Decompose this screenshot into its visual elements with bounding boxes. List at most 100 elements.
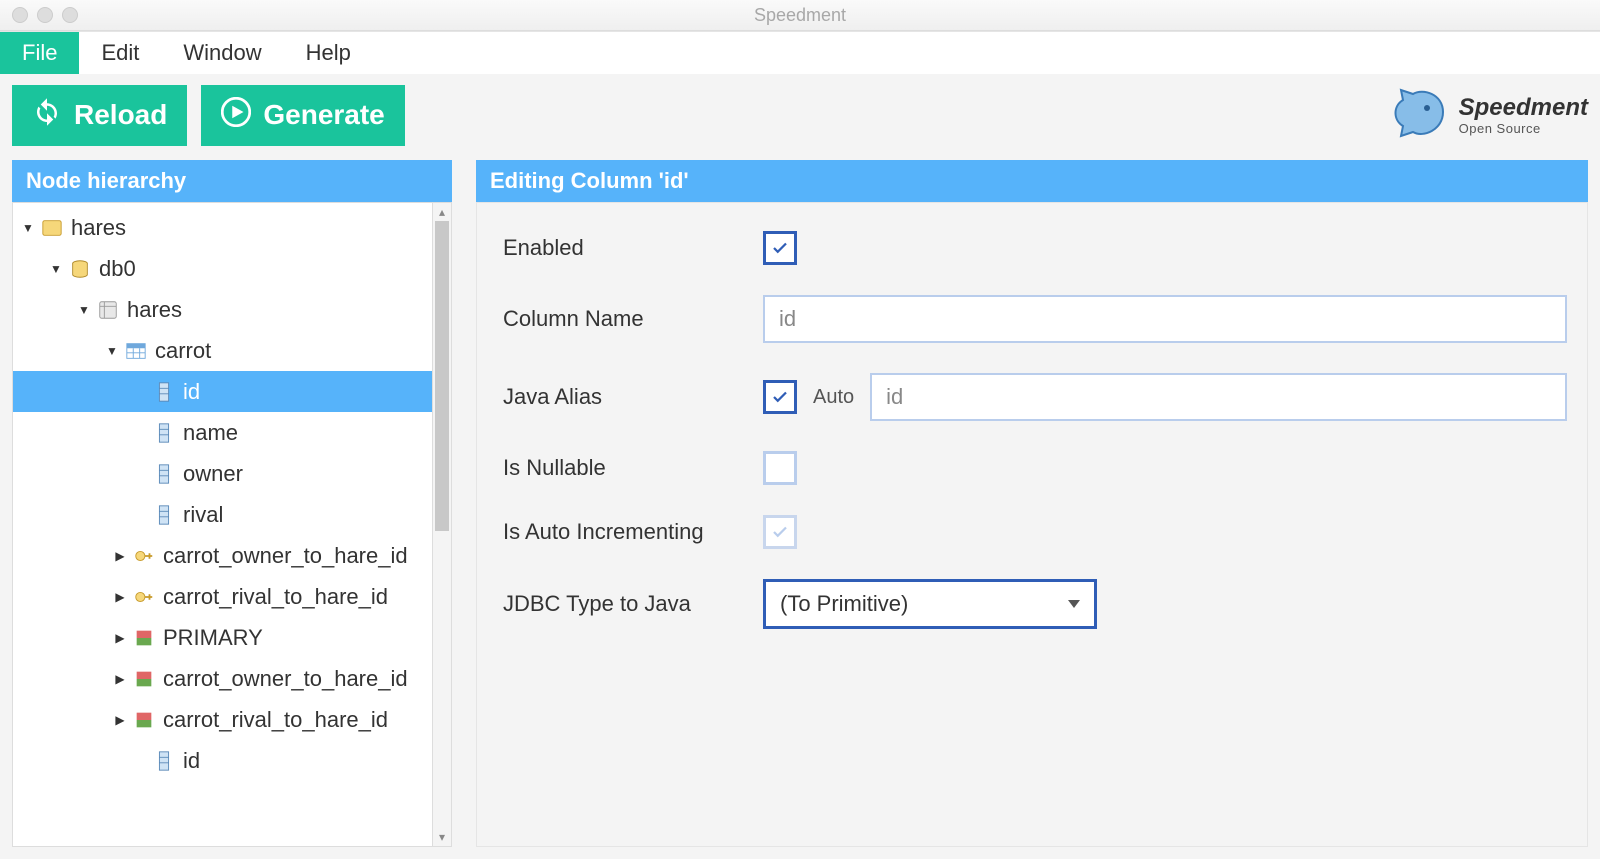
menu-help[interactable]: Help (284, 32, 373, 74)
tree-node-project[interactable]: hares (13, 207, 432, 248)
check-icon (771, 239, 789, 257)
tree-node-table[interactable]: carrot (13, 330, 432, 371)
tree-label: rival (183, 502, 223, 528)
label-is-auto-inc: Is Auto Incrementing (503, 519, 763, 545)
tree-node-index-primary[interactable]: PRIMARY (13, 617, 432, 658)
tree-label: carrot_rival_to_hare_id (163, 584, 388, 610)
disclosure-icon[interactable] (113, 549, 127, 563)
foreign-key-icon (133, 586, 155, 608)
minimize-button[interactable] (37, 7, 53, 23)
disclosure-icon[interactable] (77, 303, 91, 317)
disclosure-icon[interactable] (113, 631, 127, 645)
side-panel-title: Node hierarchy (12, 160, 452, 202)
row-java-alias: Java Alias Auto id (503, 373, 1567, 421)
app-window: Speedment File Edit Window Help Reload G… (0, 0, 1600, 859)
tree-node-fk1[interactable]: carrot_owner_to_hare_id (13, 535, 432, 576)
checkbox-java-alias-auto[interactable] (763, 380, 797, 414)
zoom-button[interactable] (62, 7, 78, 23)
scrollbar[interactable]: ▴ ▾ (432, 203, 451, 846)
checkbox-is-nullable[interactable] (763, 451, 797, 485)
play-icon (221, 97, 251, 134)
scrollbar-down-icon[interactable]: ▾ (433, 828, 451, 846)
column-icon (153, 750, 175, 772)
tree-label: name (183, 420, 238, 446)
tree-node-index2[interactable]: carrot_rival_to_hare_id (13, 699, 432, 740)
menu-file[interactable]: File (0, 32, 79, 74)
disclosure-icon[interactable] (49, 262, 63, 276)
database-icon (69, 258, 91, 280)
row-enabled: Enabled (503, 231, 1567, 265)
check-icon (771, 523, 789, 541)
label-auto: Auto (813, 386, 854, 409)
tree-node-index1[interactable]: carrot_owner_to_hare_id (13, 658, 432, 699)
editor-form: Enabled Column Name id Java Alias (476, 202, 1588, 847)
checkbox-is-auto-inc (763, 515, 797, 549)
reload-icon (32, 97, 62, 134)
editor-title: Editing Column 'id' (476, 160, 1588, 202)
label-java-alias: Java Alias (503, 384, 763, 410)
scrollbar-up-icon[interactable]: ▴ (433, 203, 451, 221)
window-title: Speedment (0, 5, 1600, 26)
column-icon (153, 422, 175, 444)
tree[interactable]: hares db0 hares c (13, 203, 432, 846)
tree-node-column-id[interactable]: id (13, 371, 432, 412)
foreign-key-icon (133, 545, 155, 567)
input-java-alias[interactable]: id (870, 373, 1567, 421)
disclosure-icon[interactable] (113, 713, 127, 727)
row-is-nullable: Is Nullable (503, 451, 1567, 485)
brand-name: Speedment (1459, 96, 1588, 120)
index-icon (133, 627, 155, 649)
select-value: (To Primitive) (780, 591, 908, 617)
tree-node-extra-col[interactable]: id (13, 740, 432, 781)
scrollbar-thumb[interactable] (435, 221, 449, 531)
tree-label: hares (127, 297, 182, 323)
brand-logo: Speedment Open Source (1383, 84, 1588, 146)
label-is-nullable: Is Nullable (503, 455, 763, 481)
tree-label: id (183, 748, 200, 774)
tree-node-column-owner[interactable]: owner (13, 453, 432, 494)
window-controls (12, 7, 78, 23)
row-is-auto-inc: Is Auto Incrementing (503, 515, 1567, 549)
disclosure-icon[interactable] (105, 344, 119, 358)
tree-node-fk2[interactable]: carrot_rival_to_hare_id (13, 576, 432, 617)
tree-label: carrot_owner_to_hare_id (163, 543, 408, 569)
label-enabled: Enabled (503, 235, 763, 261)
schema-icon (97, 299, 119, 321)
label-column-name: Column Name (503, 306, 763, 332)
tree-label: carrot_rival_to_hare_id (163, 707, 388, 733)
menu-window[interactable]: Window (161, 32, 283, 74)
titlebar: Speedment (0, 0, 1600, 31)
column-icon (153, 504, 175, 526)
row-column-name: Column Name id (503, 295, 1567, 343)
side-panel: Node hierarchy hares db0 (12, 160, 452, 847)
disclosure-icon[interactable] (21, 221, 35, 235)
index-icon (133, 709, 155, 731)
project-icon (41, 217, 63, 239)
tree-node-column-name[interactable]: name (13, 412, 432, 453)
disclosure-icon[interactable] (113, 672, 127, 686)
table-icon (125, 340, 147, 362)
toolbar: Reload Generate Speedment Open Source (0, 74, 1600, 160)
generate-button[interactable]: Generate (201, 85, 404, 146)
tree-label: PRIMARY (163, 625, 263, 651)
logo-icon (1383, 84, 1453, 146)
tree-label: owner (183, 461, 243, 487)
column-icon (153, 463, 175, 485)
close-button[interactable] (12, 7, 28, 23)
tree-label: db0 (99, 256, 136, 282)
row-jdbc-type: JDBC Type to Java (To Primitive) (503, 579, 1567, 629)
column-icon (153, 381, 175, 403)
disclosure-icon[interactable] (113, 590, 127, 604)
tree-container: hares db0 hares c (12, 202, 452, 847)
tree-label: id (183, 379, 200, 405)
chevron-down-icon (1068, 600, 1080, 608)
tree-node-schema[interactable]: hares (13, 289, 432, 330)
reload-button[interactable]: Reload (12, 85, 187, 146)
input-column-name[interactable]: id (763, 295, 1567, 343)
select-jdbc-type[interactable]: (To Primitive) (763, 579, 1097, 629)
label-jdbc-type: JDBC Type to Java (503, 591, 763, 617)
tree-node-database[interactable]: db0 (13, 248, 432, 289)
menu-edit[interactable]: Edit (79, 32, 161, 74)
checkbox-enabled[interactable] (763, 231, 797, 265)
tree-node-column-rival[interactable]: rival (13, 494, 432, 535)
